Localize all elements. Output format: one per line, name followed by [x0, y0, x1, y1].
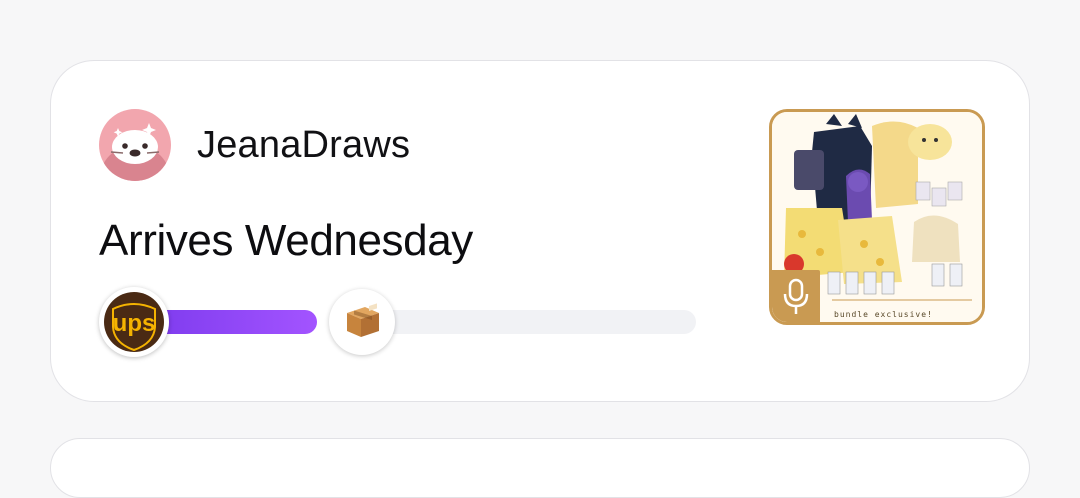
next-order-card[interactable]	[50, 438, 1030, 498]
shop-name[interactable]: JeanaDraws	[197, 121, 410, 169]
ups-logo-text: ups	[113, 310, 156, 337]
shipment-progress: ups	[99, 287, 699, 357]
carrier-node: ups	[99, 287, 169, 357]
package-node	[329, 289, 395, 355]
thumbnail-caption: bundle exclusive!	[834, 310, 933, 319]
microphone-icon	[783, 278, 809, 314]
package-box-icon	[347, 303, 379, 337]
shop-avatar	[99, 109, 171, 181]
otter-avatar-icon	[99, 109, 171, 181]
delivery-status-title: Arrives Wednesday	[99, 216, 473, 265]
mic-badge	[772, 270, 820, 322]
order-card[interactable]: JeanaDraws Arrives Wednesday ups bundle …	[50, 60, 1030, 402]
product-thumbnail[interactable]: bundle exclusive!	[769, 109, 985, 325]
progress-remaining	[362, 310, 696, 334]
ups-logo-icon: ups	[104, 292, 164, 352]
